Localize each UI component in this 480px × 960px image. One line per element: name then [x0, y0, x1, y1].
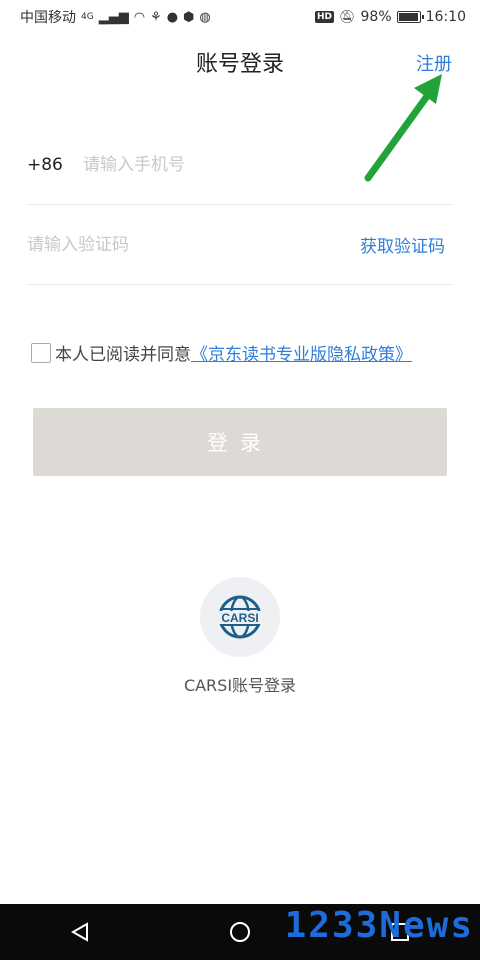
wechat-icon: ◍: [199, 9, 211, 25]
battery-icon: [396, 11, 424, 23]
watermark-logo: 1233News: [284, 905, 474, 946]
get-code-button[interactable]: 获取验证码: [360, 232, 445, 257]
carsi-login-label[interactable]: CARSI账号登录: [0, 672, 480, 696]
agreement-text: 本人已阅读并同意: [55, 345, 191, 365]
login-button[interactable]: 登录: [33, 408, 447, 476]
chat-icon: ●: [166, 9, 179, 25]
clock: 16:10: [425, 9, 466, 25]
verification-code-input[interactable]: [27, 234, 360, 255]
country-code[interactable]: +86: [27, 155, 83, 175]
home-circle-icon: [230, 922, 250, 942]
status-right: HD 🔕︎ 98% 16:10: [314, 9, 466, 25]
hd-badge: HD: [314, 11, 334, 23]
phone-row: +86: [27, 125, 453, 205]
phone-input[interactable]: [83, 154, 453, 175]
carrier-name: 中国移动: [20, 10, 76, 26]
signal-icon: ▂▄▆: [98, 9, 129, 25]
carsi-logo-text: CARSI: [221, 611, 258, 625]
app-icon: ⬢: [183, 9, 195, 25]
agreement-checkbox[interactable]: [31, 342, 51, 363]
code-row: 获取验证码: [27, 205, 453, 285]
status-bar: 中国移动 4G ▂▄▆ ◠ ⚘ ● ⬢ ◍ HD 🔕︎ 98% 16:10: [0, 0, 480, 34]
nav-back-button[interactable]: [60, 912, 100, 952]
back-triangle-icon: [70, 922, 88, 942]
network-type: 4G: [81, 12, 94, 22]
globe-icon: CARSI: [214, 595, 266, 639]
wifi-icon: ◠: [133, 9, 146, 25]
app-notification-icon: ⚘: [150, 9, 162, 25]
privacy-policy-link[interactable]: 《京东读书专业版隐私政策》: [191, 340, 412, 365]
carsi-logo-button[interactable]: CARSI: [200, 577, 280, 657]
mute-bell-icon: 🔕︎: [339, 9, 356, 25]
nav-home-button[interactable]: [220, 912, 260, 952]
status-left: 中国移动 4G ▂▄▆ ◠ ⚘ ● ⬢ ◍: [20, 7, 211, 27]
battery-percent: 98%: [360, 9, 392, 25]
agreement-row: 本人已阅读并同意 《京东读书专业版隐私政策》: [31, 340, 412, 365]
